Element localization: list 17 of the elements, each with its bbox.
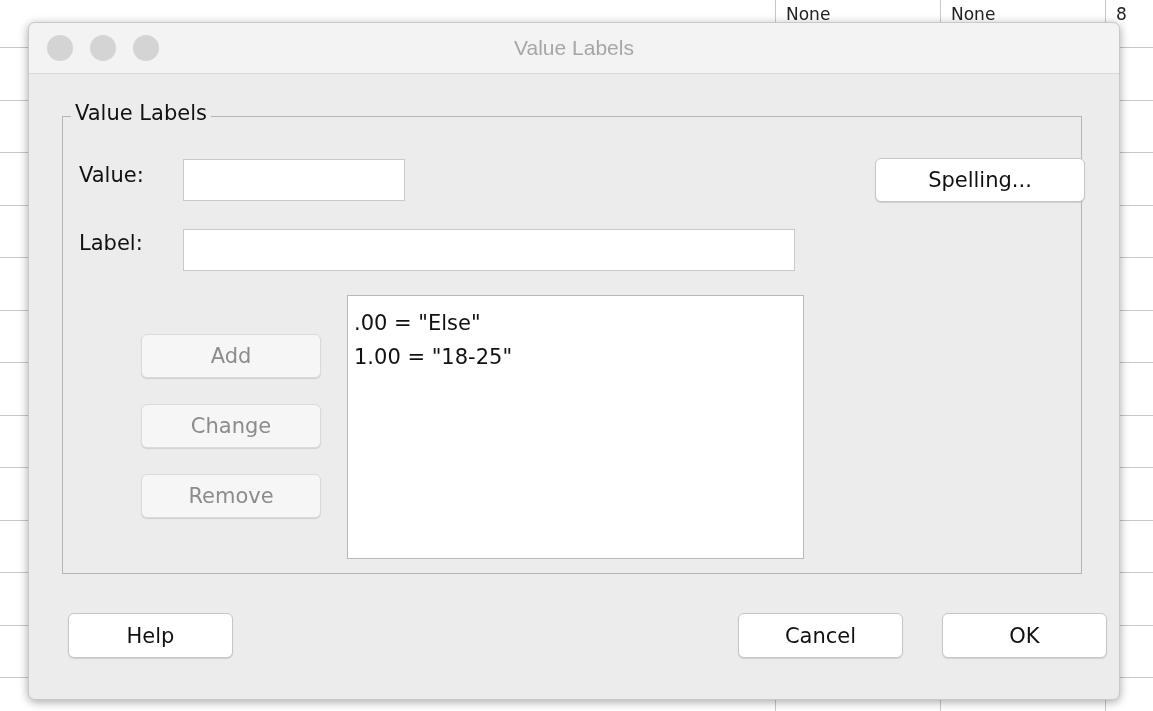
sheet-cell: None	[786, 4, 831, 24]
ok-button[interactable]: OK	[942, 613, 1107, 658]
close-icon[interactable]	[47, 35, 73, 61]
value-field[interactable]	[183, 159, 405, 201]
value-label: Value:	[79, 163, 145, 187]
label-field[interactable]	[183, 229, 795, 271]
zoom-icon[interactable]	[133, 35, 159, 61]
list-item[interactable]: 1.00 = "18-25"	[354, 342, 513, 376]
spelling-button[interactable]: Spelling...	[875, 158, 1085, 202]
list-item[interactable]: .00 = "Else"	[354, 308, 481, 342]
cancel-button[interactable]: Cancel	[738, 613, 903, 658]
window-title: Value Labels	[514, 36, 634, 60]
sheet-cell: None	[951, 4, 996, 24]
sheet-cell: 8	[1116, 4, 1127, 24]
label-label: Label:	[79, 231, 144, 255]
minimize-icon[interactable]	[90, 35, 116, 61]
help-button[interactable]: Help	[68, 613, 233, 658]
